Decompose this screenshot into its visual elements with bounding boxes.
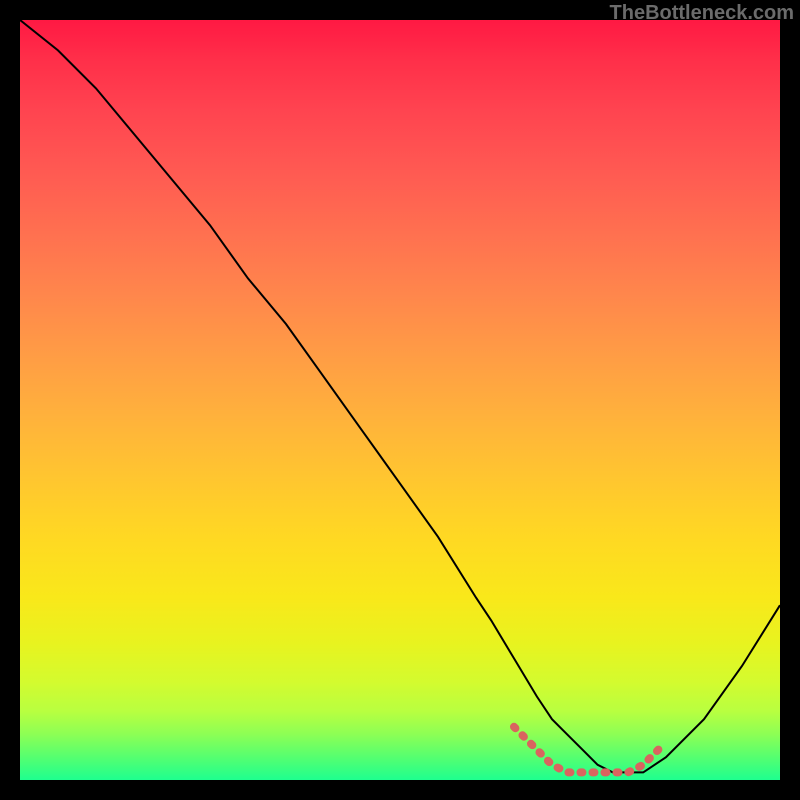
chart-svg xyxy=(20,20,780,780)
chart-container: TheBottleneck.com xyxy=(0,0,800,800)
watermark-text: TheBottleneck.com xyxy=(610,2,794,25)
bottleneck-curve xyxy=(20,20,780,772)
optimal-range-marker xyxy=(514,727,658,773)
plot-area xyxy=(20,20,780,780)
